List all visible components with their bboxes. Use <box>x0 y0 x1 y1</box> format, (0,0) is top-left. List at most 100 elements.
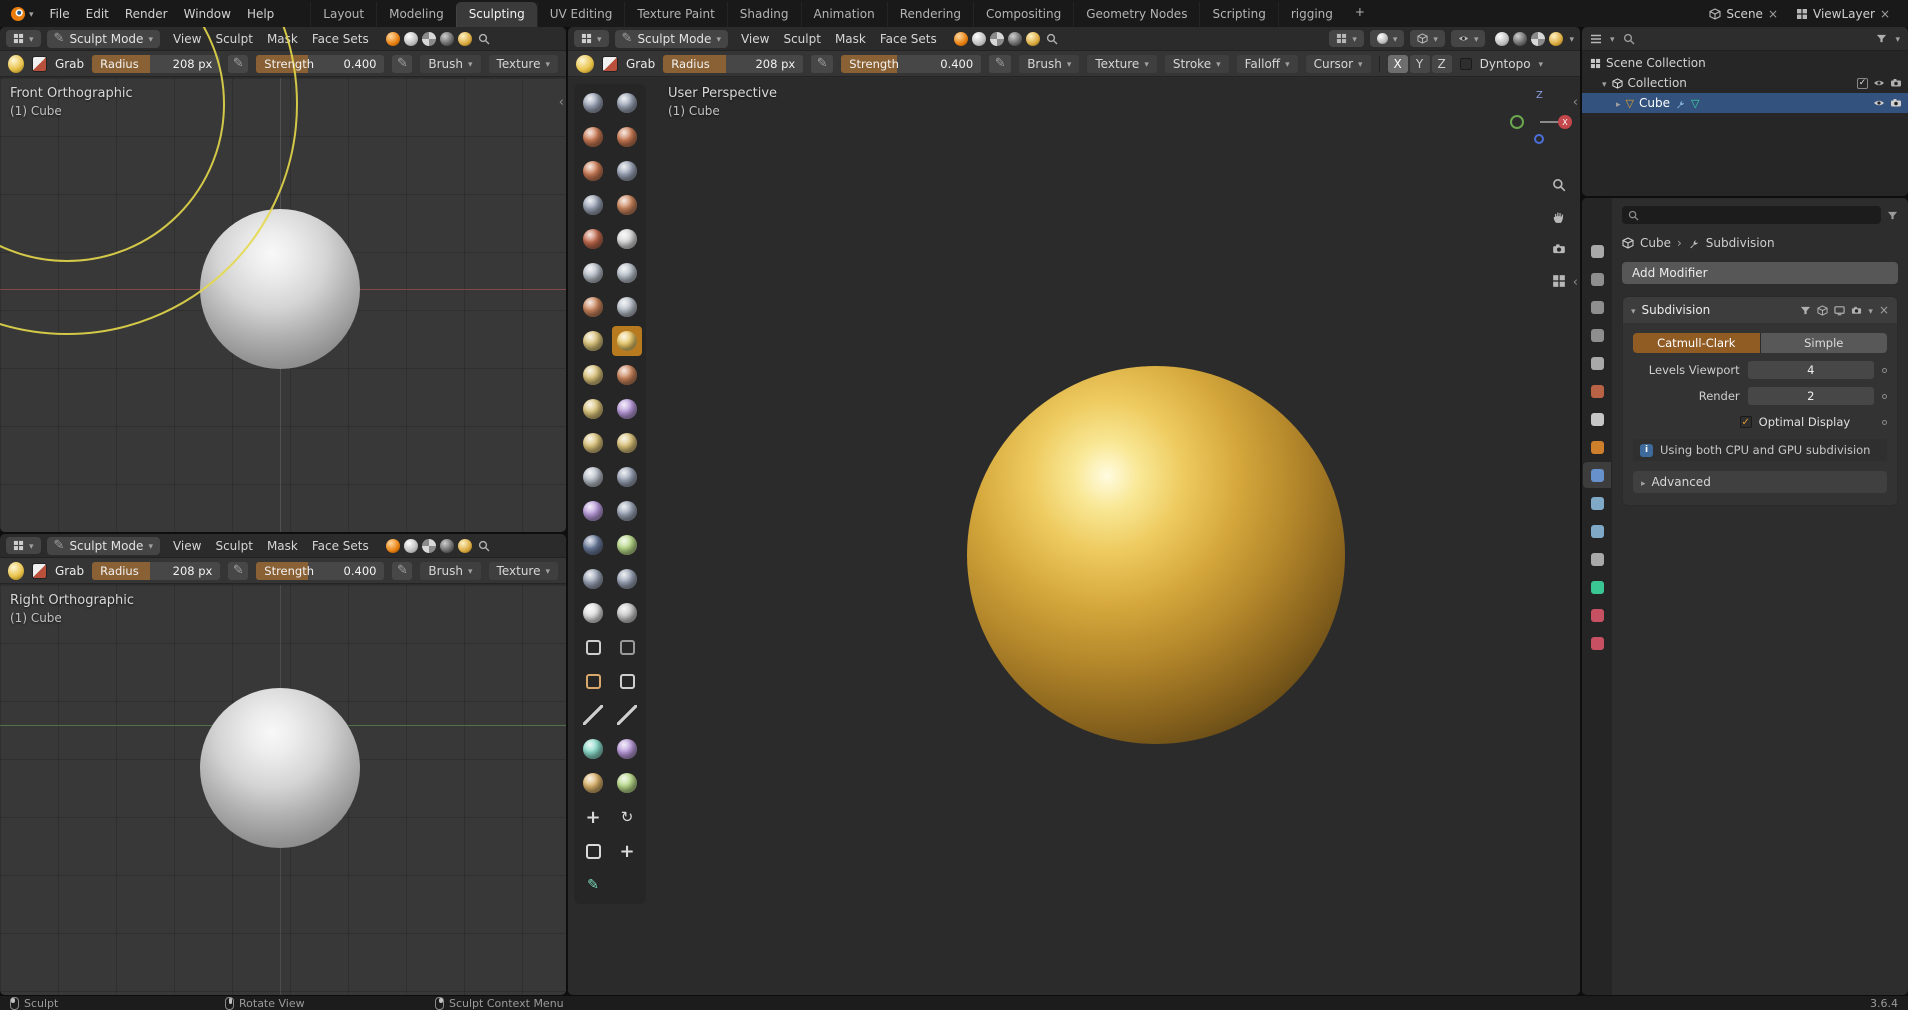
tool-button[interactable] <box>578 632 608 662</box>
animate-dot-icon[interactable] <box>1882 420 1887 425</box>
sidebar-toggle-icon[interactable] <box>1573 96 1578 109</box>
delete-modifier-icon[interactable] <box>1879 304 1889 316</box>
tool-button[interactable] <box>612 462 642 492</box>
shading-rendered-icon[interactable] <box>1549 32 1563 46</box>
tool-button[interactable] <box>578 734 608 764</box>
tool-button[interactable] <box>578 360 608 390</box>
realtime-display-icon[interactable] <box>1834 305 1845 316</box>
tool-button[interactable] <box>578 326 608 356</box>
camera-view-button[interactable] <box>1548 238 1570 260</box>
remove-view-layer-icon[interactable] <box>1880 8 1890 20</box>
properties-tab[interactable] <box>1583 322 1611 348</box>
search-icon[interactable] <box>478 33 490 45</box>
matcap-sphere-icon[interactable] <box>954 32 968 46</box>
tool-button[interactable] <box>578 598 608 628</box>
texture-dropdown[interactable]: Texture <box>1087 55 1156 73</box>
brush-dropdown[interactable]: Brush <box>420 55 480 73</box>
tool-button[interactable] <box>612 394 642 424</box>
tool-button[interactable] <box>612 700 642 730</box>
properties-tab[interactable] <box>1583 462 1611 488</box>
workspace-tab[interactable]: rigging <box>1278 2 1345 27</box>
modifier-wrench-icon[interactable] <box>1675 98 1686 109</box>
tool-button[interactable] <box>578 496 608 526</box>
shading-preview-icon[interactable] <box>458 32 472 46</box>
field-value[interactable]: 2 <box>1748 387 1874 405</box>
mode-dropdown[interactable]: Sculpt Mode <box>615 30 728 48</box>
advanced-section-header[interactable]: Advanced <box>1633 471 1887 493</box>
viewport-menu-item[interactable]: Sculpt <box>776 30 827 48</box>
properties-tab[interactable] <box>1583 238 1611 264</box>
tool-button[interactable] <box>612 802 642 832</box>
properties-tab[interactable] <box>1583 294 1611 320</box>
viewport-menu-item[interactable]: Face Sets <box>873 30 944 48</box>
radius-slider[interactable]: Radius208 px <box>663 55 803 73</box>
tool-button[interactable] <box>612 734 642 764</box>
tool-button[interactable] <box>612 224 642 254</box>
tool-button[interactable] <box>612 258 642 288</box>
tool-button[interactable] <box>612 122 642 152</box>
tool-button[interactable] <box>612 326 642 356</box>
tool-button[interactable] <box>578 870 608 900</box>
topbar-menu-item[interactable]: Render <box>117 4 176 24</box>
cursor-dropdown[interactable]: Cursor <box>1306 55 1371 73</box>
workspace-tab[interactable]: Scripting <box>1199 2 1277 27</box>
tool-button[interactable] <box>612 360 642 390</box>
tool-button[interactable] <box>578 122 608 152</box>
strength-pressure-button[interactable] <box>392 55 412 73</box>
shading-material-icon[interactable] <box>422 32 436 46</box>
scene-selector[interactable]: Scene <box>1703 5 1784 23</box>
outliner-editor-icon[interactable] <box>1590 33 1602 45</box>
subdivision-type-button[interactable]: Simple <box>1761 333 1888 353</box>
tool-button[interactable] <box>612 564 642 594</box>
viewport-menu-item[interactable]: View <box>734 30 776 48</box>
strength-slider[interactable]: Strength0.400 <box>256 562 384 580</box>
camera-icon[interactable] <box>1890 97 1902 109</box>
tool-button[interactable] <box>578 564 608 594</box>
viewport-menu-item[interactable]: Mask <box>260 537 305 555</box>
viewport-menu-item[interactable]: View <box>166 30 208 48</box>
add-workspace-button[interactable]: + <box>1345 0 1375 27</box>
tool-button[interactable] <box>612 598 642 628</box>
gizmo-y-axis[interactable] <box>1510 115 1524 129</box>
region-toggle-icon[interactable] <box>1573 276 1578 289</box>
properties-tab[interactable] <box>1583 350 1611 376</box>
tool-button[interactable] <box>612 190 642 220</box>
tool-button[interactable] <box>612 632 642 662</box>
mirror-axis-button[interactable]: Y <box>1410 55 1430 73</box>
collapse-icon[interactable] <box>1631 304 1636 317</box>
show-overlays-dropdown[interactable] <box>1451 30 1486 47</box>
tool-button[interactable] <box>578 428 608 458</box>
viewport-menu-item[interactable]: Sculpt <box>208 30 259 48</box>
shading-rendered-icon[interactable] <box>440 539 454 553</box>
shading-preview-icon[interactable] <box>1026 32 1040 46</box>
properties-tab[interactable] <box>1583 406 1611 432</box>
eye-icon[interactable] <box>1873 97 1885 109</box>
matcap-sphere-icon[interactable] <box>386 32 400 46</box>
brush-texture-swatch[interactable] <box>32 563 47 579</box>
workspace-tab[interactable]: Geometry Nodes <box>1073 2 1199 27</box>
shading-preview-icon[interactable] <box>458 539 472 553</box>
texture-dropdown[interactable]: Texture <box>489 562 558 580</box>
gizmo-x-axis[interactable]: X <box>1558 115 1572 129</box>
tool-button[interactable] <box>578 258 608 288</box>
show-gizmo-dropdown[interactable] <box>1410 30 1445 47</box>
tool-button[interactable] <box>578 836 608 866</box>
tool-button[interactable] <box>578 190 608 220</box>
eye-icon[interactable] <box>1873 77 1885 89</box>
search-icon[interactable] <box>1623 33 1635 45</box>
viewport-canvas[interactable]: Front Orthographic (1) Cube <box>0 78 566 532</box>
tool-button[interactable] <box>578 156 608 186</box>
properties-tab[interactable] <box>1583 518 1611 544</box>
falloff-dropdown[interactable]: Falloff <box>1237 55 1298 73</box>
properties-tab[interactable] <box>1583 434 1611 460</box>
tool-button[interactable] <box>578 700 608 730</box>
move-view-button[interactable] <box>1548 206 1570 228</box>
tool-button[interactable] <box>612 496 642 526</box>
search-icon[interactable] <box>1046 33 1058 45</box>
radius-slider[interactable]: Radius208 px <box>92 55 220 73</box>
properties-tab[interactable] <box>1583 602 1611 628</box>
workspace-tab[interactable]: Sculpting <box>456 2 537 27</box>
workspace-tab[interactable]: Animation <box>801 2 887 27</box>
dyntopo-checkbox[interactable] <box>1460 58 1472 70</box>
editor-type-button[interactable] <box>6 537 41 554</box>
